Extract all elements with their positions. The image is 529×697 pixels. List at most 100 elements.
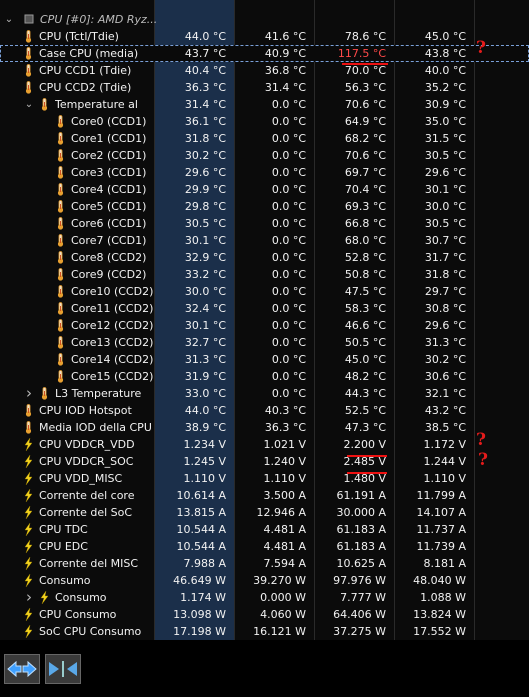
navigate-button[interactable] bbox=[4, 654, 40, 684]
sensor-name: CPU (Tctl/Tdie) bbox=[39, 30, 119, 43]
sensor-name: Core7 (CCD1) bbox=[71, 234, 147, 247]
average-value: 30.7 °C bbox=[424, 234, 466, 247]
sensor-row[interactable]: Media IOD della CPU 38.9 °C 36.3 °C 47.3 °C… bbox=[0, 419, 529, 436]
minimum-value: 40.9 °C bbox=[264, 47, 306, 60]
sensor-row[interactable]: Core0 (CCD1) 36.1 °C 0.0 °C 64.9 °C 35.0 °C bbox=[0, 113, 529, 130]
sensor-row[interactable]: CPU Consumo energ... 13.098 W 4.060 W 64.40… bbox=[0, 606, 529, 623]
sensor-row[interactable]: Corrente del core de... 10.614 A 3.500 A 61… bbox=[0, 487, 529, 504]
thermometer-icon bbox=[56, 200, 65, 213]
maximum-value: 117.5 °C bbox=[337, 47, 386, 60]
sensor-row[interactable]: CPU CCD1 (Tdie) 40.4 °C 36.8 °C 70.0 °C 40.0… bbox=[0, 62, 529, 79]
sensor-row[interactable]: Core2 (CCD1) 30.2 °C 0.0 °C 70.6 °C 30.5 °C bbox=[0, 147, 529, 164]
sensor-row[interactable]: CPU EDC 10.544 A 4.481 A 61.183 A 11.739 A bbox=[0, 538, 529, 555]
thermometer-icon bbox=[24, 64, 33, 77]
average-value: 35.0 °C bbox=[424, 115, 466, 128]
minimum-value: 0.0 °C bbox=[271, 251, 306, 264]
average-value: 14.107 A bbox=[416, 506, 466, 519]
group-header-row[interactable]: ⌄ CPU [#0]: AMD Ryz... bbox=[0, 11, 529, 28]
thermometer-icon bbox=[56, 149, 65, 162]
sensor-row[interactable]: Core1 (CCD1) 31.8 °C 0.0 °C 68.2 °C 31.5 °C bbox=[0, 130, 529, 147]
sensor-row[interactable]: Consumo energetico... 46.649 W 39.270 W 97.… bbox=[0, 572, 529, 589]
sensor-name: CPU TDC bbox=[39, 523, 88, 536]
sensor-row[interactable]: Core13 (CCD2) 32.7 °C 0.0 °C 50.5 °C 31.3 °C bbox=[0, 334, 529, 351]
sensor-row[interactable]: CPU IOD Hotspot 44.0 °C 40.3 °C 52.5 °C 43.2… bbox=[0, 402, 529, 419]
sensor-name: Core12 (CCD2) bbox=[71, 319, 154, 332]
average-value: 30.6 °C bbox=[424, 370, 466, 383]
sensor-row[interactable]: CPU VDD_MISC Volt...1.110 V1.110 V1.480 … bbox=[0, 470, 529, 487]
sensor-row[interactable]: Core3 (CCD1) 29.6 °C 0.0 °C 69.7 °C 29.6 °C bbox=[0, 164, 529, 181]
sensor-row[interactable]: Core6 (CCD1) 30.5 °C 0.0 °C 66.8 °C 30.5 °C bbox=[0, 215, 529, 232]
current-value: 29.8 °C bbox=[184, 200, 226, 213]
sensor-row[interactable]: CPU CCD2 (Tdie) 36.3 °C 31.4 °C 56.3 °C 35.2… bbox=[0, 79, 529, 96]
sensor-name: Core9 (CCD2) bbox=[71, 268, 147, 281]
sensor-row[interactable]: Core14 (CCD2) 31.3 °C 0.0 °C 45.0 °C 30.2 °C bbox=[0, 351, 529, 368]
minimum-value: 0.0 °C bbox=[271, 370, 306, 383]
sensor-row[interactable]: SoC CPU Consumo e... 17.198 W 16.121 W 37.2… bbox=[0, 623, 529, 640]
thermometer-icon bbox=[24, 404, 33, 417]
annotation-underline bbox=[347, 455, 387, 457]
sensor-row[interactable]: CPU (Tctl/Tdie) 44.0 °C 41.6 °C 78.6 °C 45.0… bbox=[0, 28, 529, 45]
minimum-value: 41.6 °C bbox=[264, 30, 306, 43]
maximum-value: 46.6 °C bbox=[344, 319, 386, 332]
thermometer-icon bbox=[56, 166, 65, 179]
current-value: 36.1 °C bbox=[184, 115, 226, 128]
sensor-name: Core10 (CCD2) bbox=[71, 285, 154, 298]
sensor-row[interactable]: CPU VDDCR_VDD Vo... 1.234 V 1.021 V 2.200 V… bbox=[0, 436, 529, 453]
collapse-button[interactable] bbox=[45, 654, 81, 684]
current-value: 31.4 °C bbox=[184, 98, 226, 111]
minimum-value: 4.481 A bbox=[263, 523, 306, 536]
maximum-value: 45.0 °C bbox=[344, 353, 386, 366]
sensor-row[interactable]: Corrente del SoC (S... 13.815 A 12.946 A 30… bbox=[0, 504, 529, 521]
minimum-value: 0.000 W bbox=[260, 591, 306, 604]
average-value: 11.799 A bbox=[416, 489, 466, 502]
expand-chevron-icon[interactable]: › bbox=[24, 589, 34, 606]
sensor-row[interactable]: › Consumo energe... 1.174 W 0.000 W 7.777 W 1… bbox=[0, 589, 529, 606]
maximum-value: 78.6 °C bbox=[344, 30, 386, 43]
current-value: 30.1 °C bbox=[184, 319, 226, 332]
sensor-name: Core13 (CCD2) bbox=[71, 336, 154, 349]
current-value: 44.0 °C bbox=[184, 404, 226, 417]
average-value: 35.2 °C bbox=[424, 81, 466, 94]
current-value: 29.9 °C bbox=[184, 183, 226, 196]
thermometer-icon bbox=[56, 268, 65, 281]
minimum-value: 4.481 A bbox=[263, 540, 306, 553]
expand-chevron-icon[interactable]: › bbox=[24, 385, 34, 402]
sensor-name: Corrente del MISC (... bbox=[39, 557, 139, 570]
minimum-value: 1.021 V bbox=[263, 438, 306, 451]
sensor-row[interactable]: Core10 (CCD2) 30.0 °C 0.0 °C 47.5 °C 29.7 °C bbox=[0, 283, 529, 300]
sensor-table: ⌄ CPU [#0]: AMD Ryz... CPU (Tctl/Tdie) 44… bbox=[0, 0, 529, 640]
collapse-chevron-icon[interactable]: ⌄ bbox=[4, 11, 14, 28]
sensor-row[interactable]: Core7 (CCD1) 30.1 °C 0.0 °C 68.0 °C 30.7 °C bbox=[0, 232, 529, 249]
sensor-row[interactable]: Core4 (CCD1) 29.9 °C 0.0 °C 70.4 °C 30.1 °C bbox=[0, 181, 529, 198]
sensor-name: CPU IOD Hotspot bbox=[39, 404, 132, 417]
minimum-value: 0.0 °C bbox=[271, 387, 306, 400]
lightning-bolt-icon bbox=[24, 471, 33, 486]
maximum-value: 52.8 °C bbox=[344, 251, 386, 264]
sensor-row[interactable]: Core11 (CCD2) 32.4 °C 0.0 °C 58.3 °C 30.8 °C bbox=[0, 300, 529, 317]
sensor-row[interactable]: Core8 (CCD2) 32.9 °C 0.0 °C 52.8 °C 31.7 °C bbox=[0, 249, 529, 266]
sensor-row[interactable]: CPU VDDCR_SOC Vo...1.245 V1.240 V2.485 V… bbox=[0, 453, 529, 470]
collapse-chevron-icon[interactable]: ⌄ bbox=[24, 96, 34, 113]
double-arrow-icon bbox=[7, 660, 37, 678]
thermometer-icon bbox=[56, 217, 65, 230]
cpu-chip-icon bbox=[24, 14, 34, 27]
sensor-row[interactable]: Core15 (CCD2) 31.9 °C 0.0 °C 48.2 °C 30.6 °C bbox=[0, 368, 529, 385]
sensor-row[interactable]: Core12 (CCD2) 30.1 °C 0.0 °C 46.6 °C 29.6 °C bbox=[0, 317, 529, 334]
sensor-row[interactable]: Core5 (CCD1) 29.8 °C 0.0 °C 69.3 °C 30.0 °C bbox=[0, 198, 529, 215]
thermometer-icon bbox=[56, 115, 65, 128]
sensor-row[interactable]: Case CPU (media) 43.7 °C 40.9 °C 117.5 °C 43… bbox=[0, 45, 529, 62]
maximum-value: 47.5 °C bbox=[344, 285, 386, 298]
thermometer-icon bbox=[24, 47, 33, 60]
maximum-value: 50.5 °C bbox=[344, 336, 386, 349]
average-value: 32.1 °C bbox=[424, 387, 466, 400]
sensor-row[interactable]: CPU TDC 10.544 A 4.481 A 61.183 A 11.737 A bbox=[0, 521, 529, 538]
sensor-name: Corrente del core de... bbox=[39, 489, 135, 502]
sensor-row[interactable]: Corrente del MISC (... 7.988 A 7.594 A 10.6… bbox=[0, 555, 529, 572]
sensor-row[interactable]: ⌄ Temperature al c... 31.4 °C 0.0 °C 70.6 °C… bbox=[0, 96, 529, 113]
minimum-value: 0.0 °C bbox=[271, 217, 306, 230]
sensor-row[interactable]: Core9 (CCD2) 33.2 °C 0.0 °C 50.8 °C 31.8 °C bbox=[0, 266, 529, 283]
sensor-row[interactable]: › L3 Temperature 33.0 °C 0.0 °C 44.3 °C 32.1 … bbox=[0, 385, 529, 402]
average-value: 31.3 °C bbox=[424, 336, 466, 349]
maximum-value: 2.200 V bbox=[343, 438, 386, 451]
minimum-value: 4.060 W bbox=[260, 608, 306, 621]
